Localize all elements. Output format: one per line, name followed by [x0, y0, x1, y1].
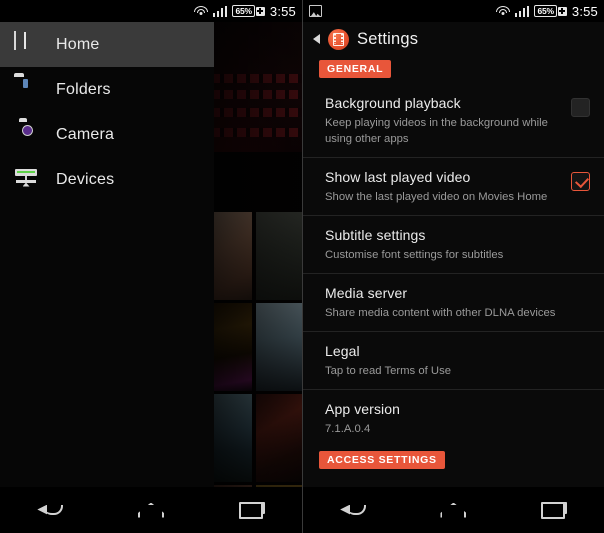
battery-percent: 65% — [534, 5, 557, 17]
setting-media-server[interactable]: Media server Share media content with ot… — [303, 274, 604, 333]
setting-subtitle: Show the last played video on Movies Hom… — [325, 191, 548, 204]
status-bar: 65% 3:55 — [0, 0, 302, 22]
home-button[interactable] — [425, 493, 481, 527]
settings-list-general: Background playback Keep playing videos … — [303, 84, 604, 447]
chevron-left-icon[interactable] — [313, 34, 320, 44]
clock: 3:55 — [571, 3, 598, 19]
recents-icon — [238, 501, 265, 519]
setting-subtitle: Tap to read Terms of Use — [325, 365, 451, 378]
battery-charging-icon: 65% — [534, 5, 567, 17]
home-grid-icon — [14, 30, 40, 58]
video-thumbnail[interactable] — [256, 303, 302, 391]
setting-subtitle-settings[interactable]: Subtitle settings Customise font setting… — [303, 216, 604, 275]
app-version-value: 7.1.A.0.4 — [325, 423, 371, 436]
back-button[interactable] — [325, 493, 381, 527]
setting-background-playback[interactable]: Background playback Keep playing videos … — [303, 84, 604, 159]
setting-title: Media server — [325, 285, 408, 302]
back-icon — [37, 502, 64, 518]
back-button[interactable] — [22, 493, 78, 527]
sidebar-item-home[interactable]: Home — [0, 22, 214, 67]
devices-icon — [14, 167, 40, 193]
recents-button[interactable] — [224, 493, 280, 527]
setting-subtitle: Share media content with other DLNA devi… — [325, 307, 556, 320]
setting-title: Background playback — [325, 95, 461, 111]
setting-show-last-played-video[interactable]: Show last played video Show the last pla… — [303, 158, 604, 217]
home-icon — [137, 502, 164, 518]
setting-title: Subtitle settings — [325, 227, 426, 244]
wifi-icon — [495, 5, 510, 17]
settings-title-bar: Settings — [303, 22, 604, 56]
setting-title: App version — [325, 401, 401, 418]
system-navigation-bar — [0, 487, 302, 533]
setting-title: Legal — [325, 343, 360, 360]
setting-subtitle: Customise font settings for subtitles — [325, 249, 504, 262]
recents-button[interactable] — [526, 493, 582, 527]
signal-bars-icon — [212, 5, 228, 17]
clock: 3:55 — [269, 3, 296, 19]
sidebar-item-label: Camera — [56, 125, 115, 143]
status-bar: 65% 3:55 — [303, 0, 604, 22]
video-thumbnail[interactable] — [256, 394, 302, 482]
system-navigation-bar — [303, 487, 604, 533]
settings-screen: Settings GENERAL Background playback Kee… — [303, 22, 604, 533]
setting-subtitle: Keep playing videos in the background wh… — [325, 117, 548, 146]
left-screen-movies-home: Watch Next Home Folders Camer — [0, 0, 302, 533]
video-thumbnail[interactable] — [256, 212, 302, 300]
sidebar-item-label: Home — [56, 35, 100, 53]
folder-icon — [14, 77, 40, 103]
camera-icon — [14, 122, 40, 148]
home-icon — [440, 502, 467, 518]
section-badge-access-settings: ACCESS SETTINGS — [319, 451, 445, 470]
recents-icon — [540, 501, 567, 519]
wifi-icon — [193, 5, 208, 17]
battery-charging-icon: 65% — [232, 5, 265, 17]
movies-app-icon[interactable] — [328, 28, 349, 50]
navigation-drawer: Home Folders Camera Devices — [0, 22, 214, 487]
video-thumbnail-grid — [206, 212, 302, 487]
sidebar-item-camera[interactable]: Camera — [0, 112, 214, 157]
setting-title: Show last played video — [325, 169, 471, 186]
checkbox-show-last-played-video[interactable] — [571, 172, 590, 192]
home-button[interactable] — [123, 493, 179, 527]
sidebar-item-devices[interactable]: Devices — [0, 157, 214, 202]
dual-screenshot: Watch Next Home Folders Camer — [0, 0, 604, 533]
page-title: Settings — [357, 29, 419, 48]
setting-app-version: App version 7.1.A.0.4 — [303, 390, 604, 447]
sidebar-item-label: Folders — [56, 80, 111, 98]
checkbox-background-playback[interactable] — [571, 98, 590, 117]
sidebar-item-label: Devices — [56, 170, 115, 188]
sidebar-item-folders[interactable]: Folders — [0, 67, 214, 112]
battery-percent: 65% — [232, 5, 255, 17]
signal-bars-icon — [514, 5, 530, 17]
right-screen-settings: Settings GENERAL Background playback Kee… — [302, 0, 604, 533]
back-icon — [340, 502, 367, 518]
setting-legal[interactable]: Legal Tap to read Terms of Use — [303, 332, 604, 391]
section-badge-general: GENERAL — [319, 60, 392, 78]
image-notification-icon — [309, 5, 322, 17]
